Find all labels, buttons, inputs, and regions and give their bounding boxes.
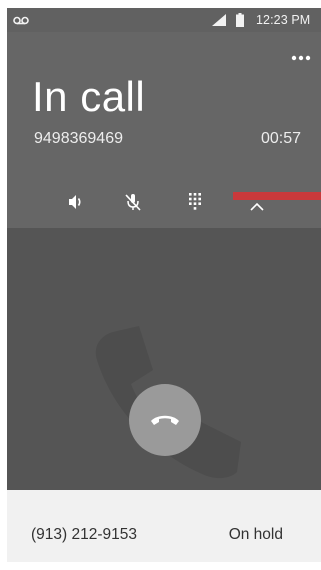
in-call-screen: 12:23 PM In call 9498369469 00:57 (913) … [7, 8, 321, 562]
call-duration: 00:57 [260, 130, 301, 147]
mute-mic-icon [115, 184, 151, 220]
dialpad-button[interactable] [177, 184, 213, 220]
held-call-status: On hold [228, 526, 283, 543]
held-call-row[interactable]: (913) 212-9153 On hold [7, 490, 321, 562]
held-call-number: (913) 212-9153 [31, 526, 137, 543]
accent-bar [233, 192, 321, 200]
status-bar: 12:23 PM [7, 8, 321, 32]
status-clock: 12:23 PM [256, 13, 311, 27]
caller-number: 9498369469 [34, 130, 123, 147]
speaker-button[interactable] [57, 184, 93, 220]
call-main-area [7, 228, 321, 490]
dialpad-icon [177, 184, 213, 220]
merge-calls-button[interactable] [239, 184, 275, 220]
phone-end-icon [149, 412, 181, 433]
merge-icon [239, 184, 275, 220]
voicemail-icon [13, 14, 29, 28]
call-state-title: In call [32, 73, 146, 120]
call-controls [7, 178, 321, 228]
speaker-icon [57, 184, 93, 220]
end-call-button[interactable] [129, 384, 201, 456]
signal-icon [212, 14, 226, 29]
battery-icon [236, 13, 244, 30]
more-options-icon[interactable] [291, 48, 311, 66]
mute-button[interactable] [115, 184, 151, 220]
